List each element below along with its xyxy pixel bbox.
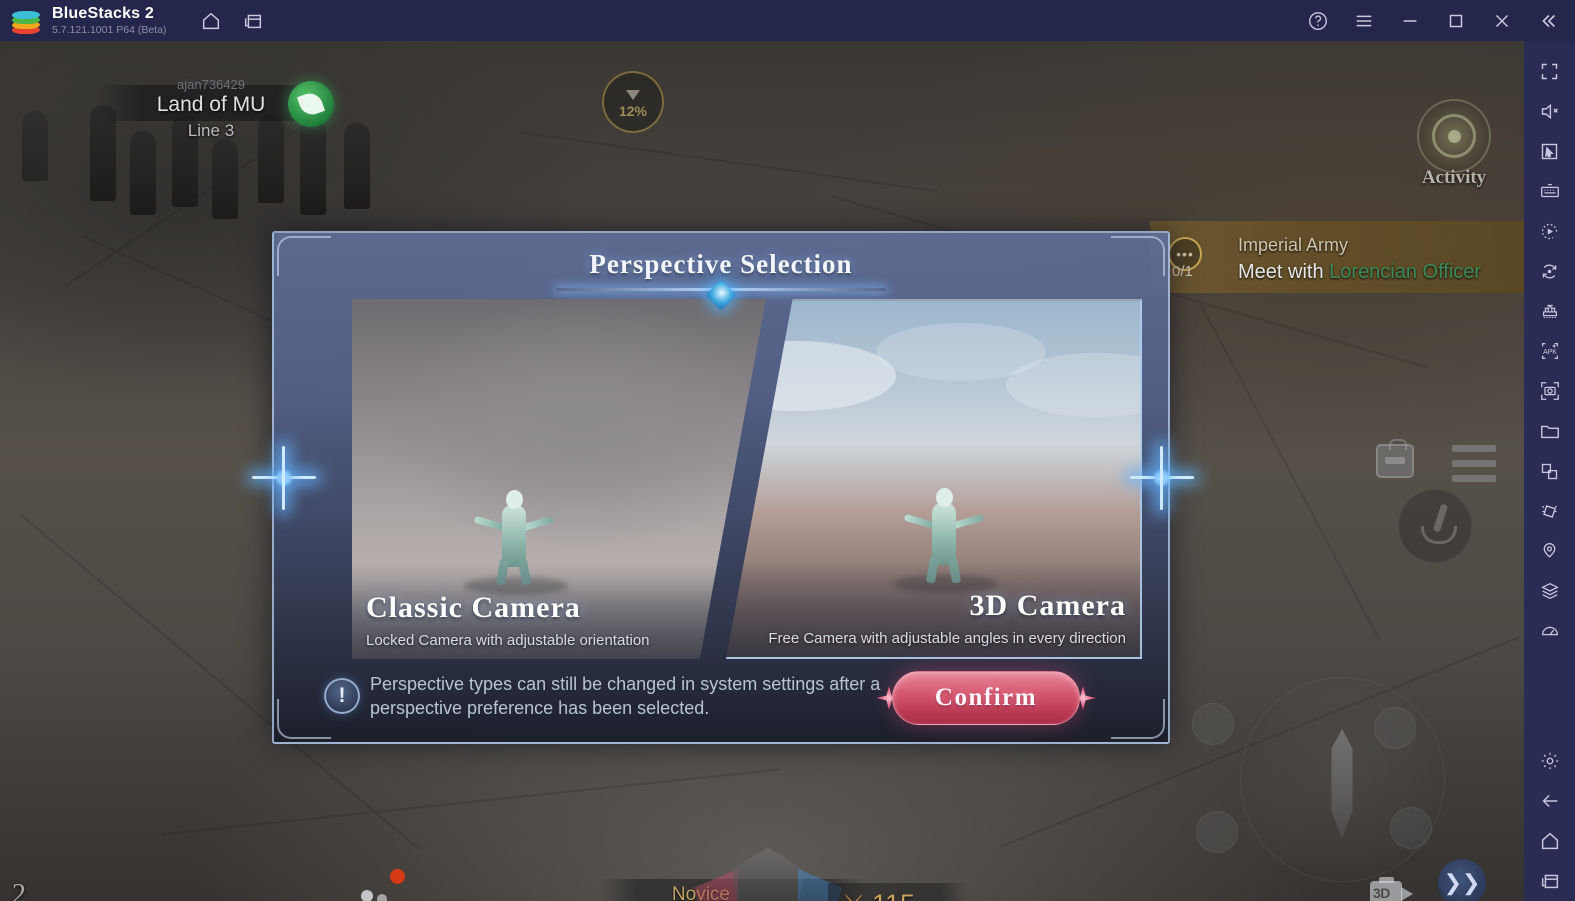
title-bar: BlueStacks 2 5.7.121.1001 P64 (Beta)	[0, 0, 1575, 41]
option-classic-camera[interactable]: Classic Camera Locked Camera with adjust…	[352, 299, 766, 659]
option-3d-camera[interactable]: 3D Camera Free Camera with adjustable an…	[726, 299, 1142, 659]
download-progress-indicator[interactable]: 12%	[602, 71, 664, 133]
download-arrow-icon	[626, 89, 640, 100]
craft-mortar-icon[interactable]	[1398, 489, 1472, 563]
download-percent: 12%	[618, 102, 648, 119]
quest-banner[interactable]: ••• 0/1 Imperial Army Meet with Lorencia…	[1150, 221, 1524, 293]
camera-3d-label: 3D	[1373, 885, 1390, 901]
fullscreen-icon[interactable]	[1530, 51, 1570, 91]
option-3d-description: Free Camera with adjustable angles in ev…	[768, 630, 1126, 647]
quest-objective-target: Lorencian Officer	[1329, 261, 1482, 283]
skill-slot-4[interactable]	[1390, 807, 1432, 849]
back-arrow-icon[interactable]	[1530, 781, 1570, 821]
bluestacks-sidebar: APK	[1524, 41, 1575, 901]
close-icon[interactable]	[1485, 4, 1519, 38]
install-apk-icon[interactable]: APK	[1530, 331, 1570, 371]
macro-play-icon[interactable]	[1530, 211, 1570, 251]
skill-slot-1[interactable]	[1192, 703, 1234, 745]
menu-icon[interactable]	[1347, 4, 1381, 38]
camera-3d-icon[interactable]: 3D	[1370, 877, 1416, 901]
app-title: BlueStacks 2	[52, 4, 155, 22]
keyboard-controls-icon[interactable]	[1530, 171, 1570, 211]
cursor-icon[interactable]	[1530, 131, 1570, 171]
titlebar-left-actions	[194, 4, 270, 38]
chevron-collapse-icon[interactable]: ❯❯	[1438, 859, 1486, 901]
crossed-swords-icon: ⚔	[842, 891, 868, 901]
help-icon[interactable]	[1301, 4, 1335, 38]
menu-list-icon[interactable]	[1452, 445, 1496, 483]
confirm-button[interactable]: Confirm	[892, 671, 1080, 725]
dialog-footer: ! Perspective types can still be changed…	[274, 654, 1168, 742]
performance-meter-icon[interactable]	[1530, 611, 1570, 651]
recents-icon[interactable]	[1530, 861, 1570, 901]
option-classic-name: Classic Camera	[366, 591, 581, 624]
titlebar-right-actions	[1301, 4, 1575, 38]
skill-slot-2[interactable]	[1374, 707, 1416, 749]
app-version: 5.7.121.1001 P64 (Beta)	[52, 23, 167, 36]
collapse-sidebar-icon[interactable]	[1531, 4, 1565, 38]
bluestacks-window: BlueStacks 2 5.7.121.1001 P64 (Beta) aja…	[0, 0, 1575, 901]
mute-icon[interactable]	[1530, 91, 1570, 131]
info-exclamation-icon: !	[324, 678, 360, 714]
player-level: 2	[12, 879, 26, 901]
location-pin-icon[interactable]	[1530, 531, 1570, 571]
maximize-icon[interactable]	[1439, 4, 1473, 38]
location-line: Line 3	[187, 121, 235, 140]
leaf-badge-icon[interactable]	[288, 81, 334, 127]
app-title-block: BlueStacks 2 5.7.121.1001 P64 (Beta)	[52, 5, 166, 36]
friends-notification-dot	[390, 869, 405, 884]
option-classic-description: Locked Camera with adjustable orientatio…	[366, 632, 650, 649]
instance-manager-icon[interactable]	[236, 4, 270, 38]
dialog-title: Perspective Selection	[589, 249, 853, 279]
activity-button[interactable]: Activity	[1400, 99, 1508, 189]
game-viewport[interactable]: ajan736429 Land of MU Line 3 12% Activit…	[0, 41, 1524, 901]
copy-paste-icon[interactable]	[1530, 451, 1570, 491]
activity-target-icon	[1417, 99, 1491, 173]
dialog-info-text: Perspective types can still be changed i…	[370, 674, 881, 719]
quest-objective-prefix: Meet with	[1238, 261, 1330, 283]
character-preview-classic	[464, 465, 568, 595]
eco-mode-icon[interactable]	[1530, 571, 1570, 611]
media-folder-icon[interactable]	[1530, 411, 1570, 451]
svg-text:APK: APK	[1543, 349, 1557, 356]
perspective-options: Classic Camera Locked Camera with adjust…	[352, 299, 1142, 659]
guild-emblem[interactable]	[694, 847, 842, 901]
screenshot-icon[interactable]	[1530, 371, 1570, 411]
combat-power-value: 115	[872, 889, 915, 901]
multi-instance-icon[interactable]	[1530, 291, 1570, 331]
bag-icon[interactable]	[1376, 439, 1414, 478]
minimize-icon[interactable]	[1393, 4, 1427, 38]
friends-icon[interactable]	[358, 886, 398, 901]
quest-title: Imperial Army	[1238, 235, 1349, 255]
option-3d-caption: 3D Camera Free Camera with adjustable an…	[726, 589, 1140, 657]
skill-slot-3[interactable]	[1196, 811, 1238, 853]
home-icon[interactable]	[194, 4, 228, 38]
home-icon[interactable]	[1530, 821, 1570, 861]
gear-icon[interactable]	[1530, 741, 1570, 781]
sync-rotate-icon[interactable]	[1530, 251, 1570, 291]
shake-icon[interactable]	[1530, 491, 1570, 531]
character-preview-3d	[894, 463, 998, 593]
bluestacks-logo-icon	[11, 8, 42, 34]
quest-objective: Meet with Lorencian Officer	[1238, 261, 1481, 284]
quest-counter: 0/1	[1172, 263, 1193, 280]
confirm-button-wrap: Confirm	[876, 671, 1096, 725]
option-3d-name: 3D Camera	[969, 589, 1126, 622]
option-classic-caption: Classic Camera Locked Camera with adjust…	[352, 591, 766, 659]
